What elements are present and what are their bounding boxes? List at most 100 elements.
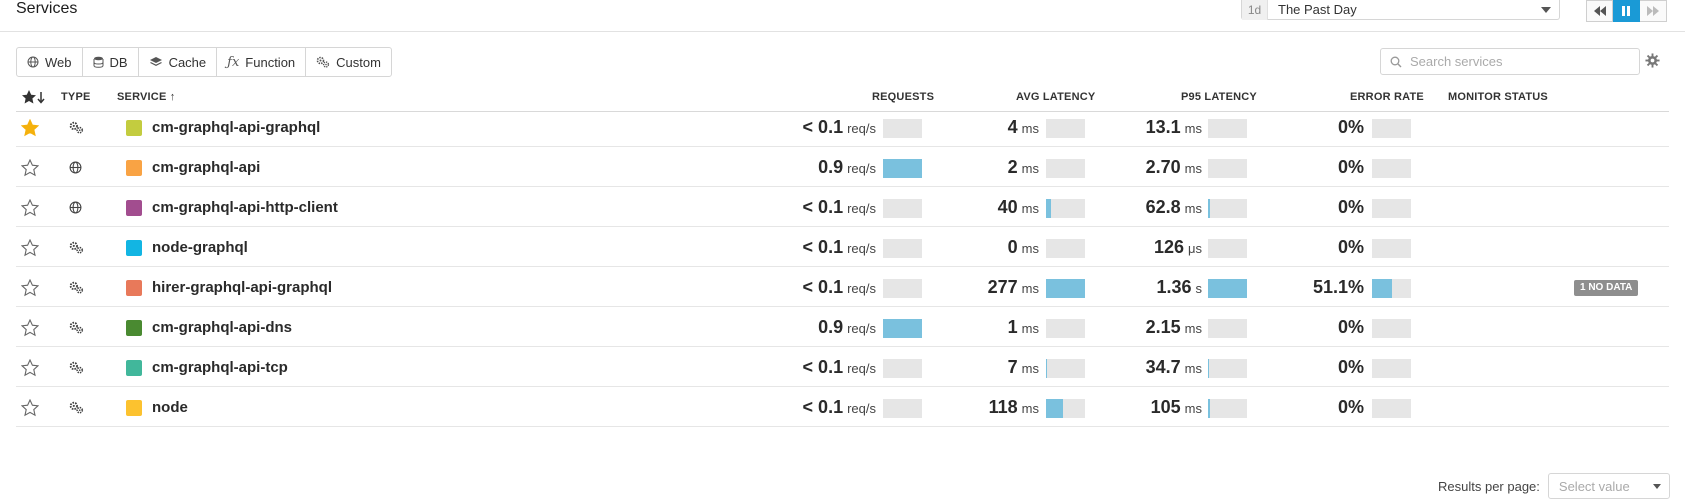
search-input[interactable]	[1410, 54, 1630, 69]
requests-unit: req/s	[847, 281, 876, 296]
table-row[interactable]: cm-graphql-api-dns 0.9 req/s 1 ms 2.15 ms 0%	[16, 307, 1669, 347]
star-outline-icon[interactable]	[21, 159, 39, 177]
star-outline-icon[interactable]	[21, 319, 39, 337]
column-header-service[interactable]: SERVICE ↑	[117, 91, 175, 103]
column-header-monitor-status[interactable]: MONITOR STATUS	[1448, 91, 1548, 103]
star-outline-icon[interactable]	[21, 399, 39, 417]
table-row[interactable]: node < 0.1 req/s 118 ms 105 ms 0%	[16, 387, 1669, 427]
fast-forward-button[interactable]	[1640, 0, 1667, 22]
requests-number: < 0.1	[802, 197, 844, 217]
error-rate-bar	[1372, 159, 1411, 178]
avg-latency-bar-fill	[1046, 279, 1085, 298]
filter-cache-button[interactable]: Cache	[139, 48, 218, 76]
time-range-select[interactable]: 1d The Past Day	[1241, 0, 1560, 20]
avg-latency-bar	[1046, 279, 1085, 298]
error-rate-bar	[1372, 279, 1411, 298]
service-name-link[interactable]: node	[152, 399, 188, 416]
requests-value: < 0.1 req/s	[803, 357, 876, 378]
p95-latency-bar-fill	[1208, 359, 1210, 378]
p95-latency-number: 34.7	[1145, 357, 1181, 377]
avg-latency-value: 40 ms	[998, 197, 1039, 218]
table-row[interactable]: node-graphql < 0.1 req/s 0 ms 126 μs 0%	[16, 227, 1669, 267]
p95-latency-value: 62.8 ms	[1146, 197, 1202, 218]
p95-latency-bar	[1208, 359, 1247, 378]
service-color-swatch	[126, 160, 142, 176]
filter-custom-label: Custom	[336, 54, 381, 70]
service-name-link[interactable]: cm-graphql-api-tcp	[152, 359, 288, 376]
requests-unit: req/s	[847, 401, 876, 416]
error-rate-value: 0%	[1338, 157, 1364, 178]
p95-latency-value: 2.70 ms	[1146, 157, 1202, 178]
gears-icon	[69, 281, 84, 294]
requests-bar	[883, 279, 922, 298]
pause-button[interactable]	[1613, 0, 1640, 22]
p95-latency-value: 34.7 ms	[1146, 357, 1202, 378]
p95-latency-bar	[1208, 159, 1247, 178]
column-header-type[interactable]: TYPE	[61, 91, 91, 103]
avg-latency-value: 7 ms	[1008, 357, 1039, 378]
sort-by-star-button[interactable]	[21, 89, 47, 108]
service-color-swatch	[126, 120, 142, 136]
service-name-link[interactable]: cm-graphql-api	[152, 159, 260, 176]
service-name-link[interactable]: cm-graphql-api-graphql	[152, 119, 320, 136]
service-name-link[interactable]: cm-graphql-api-dns	[152, 319, 292, 336]
table-row[interactable]: cm-graphql-api-graphql < 0.1 req/s 4 ms 13.1 m…	[16, 107, 1669, 147]
filter-web-label: Web	[45, 54, 72, 70]
column-header-error-rate[interactable]: ERROR RATE	[1350, 91, 1424, 103]
service-name-link[interactable]: hirer-graphql-api-graphql	[152, 279, 332, 296]
avg-latency-bar-fill	[1046, 399, 1063, 418]
p95-latency-unit: s	[1195, 281, 1203, 296]
table-row[interactable]: cm-graphql-api 0.9 req/s 2 ms 2.70 ms 0%	[16, 147, 1669, 187]
star-outline-icon[interactable]	[21, 279, 39, 297]
table-row[interactable]: cm-graphql-api-http-client < 0.1 req/s 40 ms…	[16, 187, 1669, 227]
requests-unit: req/s	[847, 361, 876, 376]
requests-value: 0.9 req/s	[818, 157, 876, 178]
star-outline-icon[interactable]	[21, 239, 39, 257]
requests-unit: req/s	[847, 321, 876, 336]
star-filled-icon[interactable]	[21, 119, 39, 137]
filter-db-button[interactable]: DB	[83, 48, 139, 76]
globe-icon	[69, 161, 82, 174]
avg-latency-unit: ms	[1021, 121, 1039, 136]
p95-latency-bar-fill	[1208, 399, 1210, 418]
table-row[interactable]: cm-graphql-api-tcp < 0.1 req/s 7 ms 34.7 ms 0%	[16, 347, 1669, 387]
p95-latency-bar	[1208, 399, 1247, 418]
avg-latency-number: 0	[1007, 237, 1018, 257]
filter-function-button[interactable]: ƒx Function	[217, 48, 307, 76]
error-rate-number: 0%	[1337, 157, 1364, 177]
gears-icon	[69, 121, 84, 134]
column-header-p95-latency[interactable]: P95 LATENCY	[1181, 91, 1257, 103]
search-box	[1380, 48, 1640, 75]
error-rate-bar-fill	[1372, 279, 1392, 298]
requests-unit: req/s	[847, 201, 876, 216]
service-type-custom	[69, 121, 84, 139]
star-outline-icon[interactable]	[21, 199, 39, 217]
column-header-requests[interactable]: REQUESTS	[872, 91, 934, 103]
column-header-avg-latency[interactable]: AVG LATENCY	[1016, 91, 1095, 103]
gears-icon	[316, 56, 330, 68]
avg-latency-number: 2	[1007, 157, 1018, 177]
layers-icon	[149, 57, 162, 66]
requests-bar	[883, 199, 922, 218]
service-name-link[interactable]: node-graphql	[152, 239, 248, 256]
settings-button[interactable]	[1645, 53, 1660, 73]
requests-bar	[883, 159, 922, 178]
p95-latency-unit: ms	[1184, 401, 1202, 416]
monitor-status-badge[interactable]: 1 NO DATA	[1574, 280, 1639, 296]
chevron-down-icon	[1541, 7, 1551, 13]
avg-latency-unit: ms	[1021, 321, 1039, 336]
service-name-link[interactable]: cm-graphql-api-http-client	[152, 199, 338, 216]
filter-custom-button[interactable]: Custom	[306, 48, 391, 76]
table-row[interactable]: hirer-graphql-api-graphql < 0.1 req/s 277 ms…	[16, 267, 1669, 307]
error-rate-bar	[1372, 239, 1411, 258]
rewind-button[interactable]	[1586, 0, 1613, 22]
error-rate-number: 0%	[1337, 237, 1364, 257]
service-type-web	[69, 201, 82, 219]
avg-latency-value: 118 ms	[989, 397, 1039, 418]
results-per-page-select[interactable]: Select value	[1547, 473, 1670, 499]
p95-latency-unit: ms	[1184, 321, 1202, 336]
filter-web-button[interactable]: Web	[17, 48, 83, 76]
p95-latency-number: 13.1	[1145, 117, 1181, 137]
star-outline-icon[interactable]	[21, 359, 39, 377]
p95-latency-value: 1.36 s	[1156, 277, 1202, 298]
